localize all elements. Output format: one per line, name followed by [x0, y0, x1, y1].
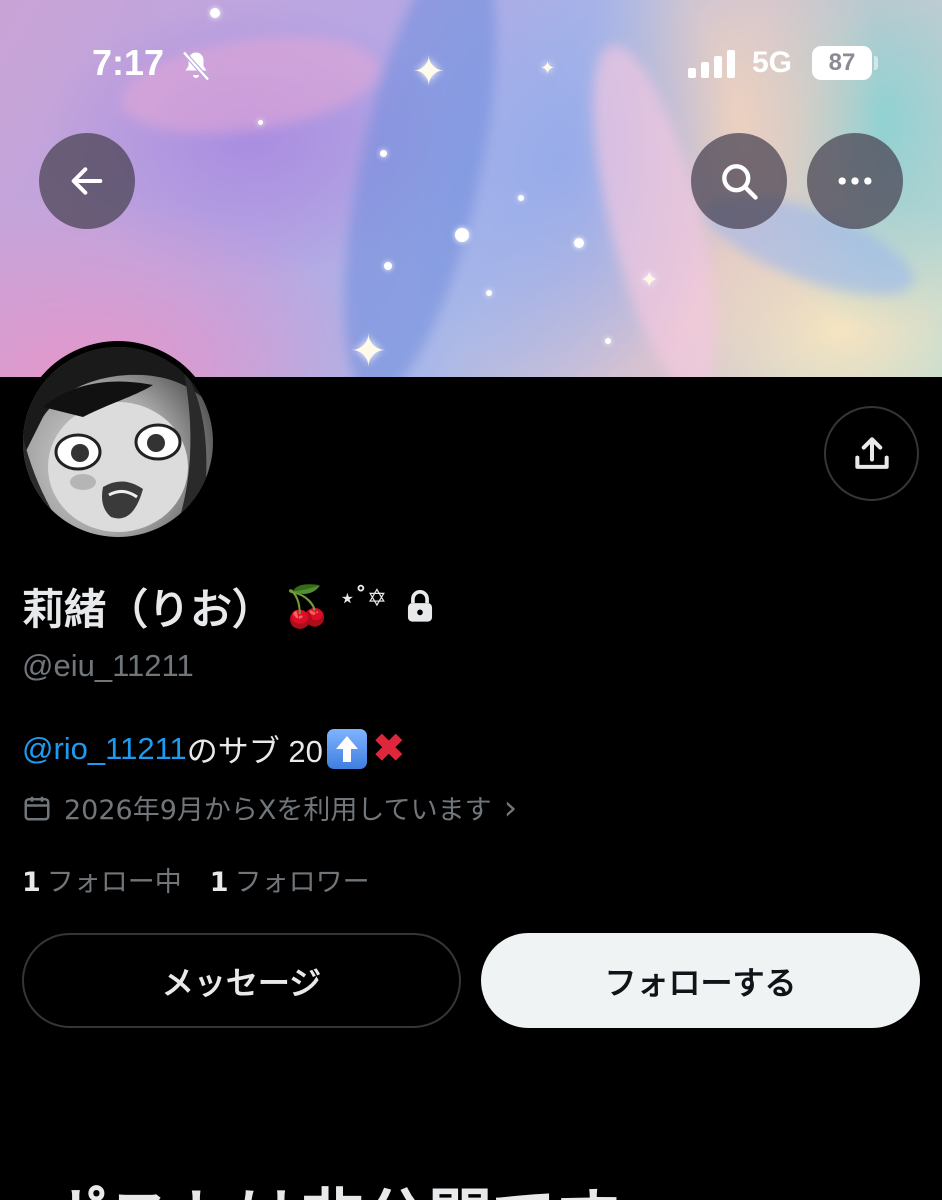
battery-indicator: 87 [812, 46, 872, 80]
join-date-row[interactable]: 2026年9月からXを利用しています › [22, 788, 517, 827]
share-button[interactable] [824, 406, 919, 501]
up-arrow-emoji-icon [326, 728, 367, 769]
bell-muted-icon [182, 51, 210, 81]
message-button[interactable]: メッセージ [22, 933, 461, 1028]
lock-icon [407, 590, 433, 622]
search-button[interactable] [691, 133, 787, 229]
user-handle: @eiu_11211 [22, 648, 194, 683]
more-horizontal-icon [838, 177, 872, 185]
following-link[interactable]: 1 フォロー中 [22, 860, 182, 899]
display-name: 莉緒（りお） [22, 584, 275, 634]
more-options-button[interactable] [807, 133, 903, 229]
bio: @rio_11211 のサブ 20 ✖ [22, 726, 405, 771]
following-count: 1 [22, 867, 41, 898]
followers-link[interactable]: 1 フォロワー [210, 860, 370, 899]
avatar[interactable] [17, 341, 219, 543]
follow-stats: 1 フォロー中 1 フォロワー [22, 860, 370, 899]
back-button[interactable] [39, 133, 135, 229]
status-time: 7:17 [92, 42, 165, 83]
follow-button[interactable]: フォローする [481, 933, 920, 1028]
cross-mark-emoji-icon: ✖ [372, 727, 405, 770]
join-date: 2026年9月からXを利用しています [64, 795, 492, 826]
battery-tip [874, 56, 878, 70]
profile-page: ✦ ✦ ✦ ✦ 7:17 5G 87 莉緒（りお） 🍒 ⋆˚✡ @eiu_112… [0, 0, 942, 1200]
cellular-signal-icon [688, 50, 735, 78]
following-label: フォロー中 [46, 867, 182, 898]
status-bar: 7:17 5G 87 [0, 0, 942, 130]
calendar-icon [24, 796, 50, 820]
chevron-right-icon: › [503, 787, 518, 828]
bio-text: のサブ 20 [186, 734, 323, 769]
display-name-row: 莉緒（りお） 🍒 ⋆˚✡ [22, 576, 437, 636]
followers-label: フォロワー [234, 867, 370, 898]
network-type: 5G [752, 46, 793, 79]
private-posts-heading: ポストは非公開です [44, 1168, 620, 1200]
share-icon [854, 436, 889, 469]
sparkle-decoration: ⋆˚✡ [339, 584, 387, 612]
search-icon [722, 164, 758, 200]
followers-count: 1 [209, 867, 229, 898]
cherry-emoji: 🍒 [282, 583, 332, 630]
bio-mention-link[interactable]: @rio_11211 [22, 731, 187, 767]
arrow-left-icon [71, 167, 103, 195]
avatar-image [23, 347, 213, 537]
